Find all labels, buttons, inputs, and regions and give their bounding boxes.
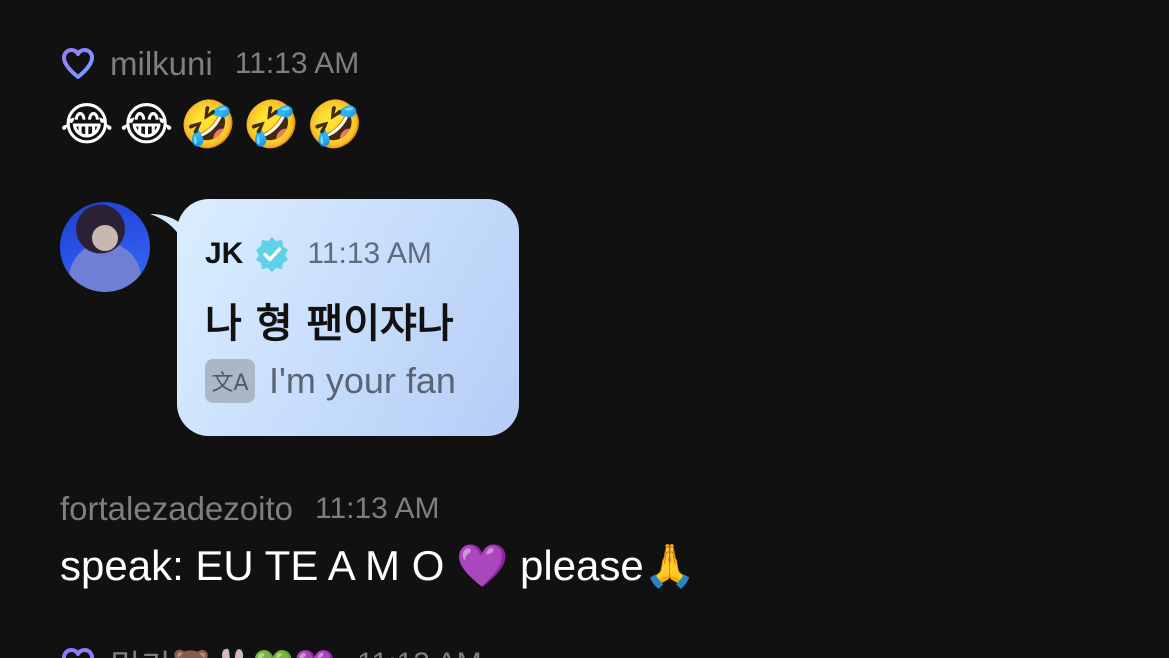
heart-badge-icon [60,646,96,658]
message-header: 밀키🐻🐰💚💜 11:13 AM [60,640,482,658]
message-header: JK 11:13 AM [205,235,432,273]
translation-row[interactable]: 文A I'm your fan [205,359,456,403]
translated-text: I'm your fan [269,360,456,401]
chat-feed: milkuni 11:13 AM 😂😂🤣🤣🤣 JK 11:13 AM 나 형 팬… [0,0,1169,658]
message-header: milkuni 11:13 AM [60,45,369,83]
verified-check-icon [253,235,291,273]
artist-message-bubble: JK 11:13 AM 나 형 팬이쟈나 文A I'm your fan [177,199,519,436]
message-timestamp: 11:13 AM [314,492,440,525]
message-username[interactable]: milkuni [110,45,213,83]
message-username[interactable]: JK [205,237,243,271]
message-username[interactable]: fortalezadezoito [60,490,293,528]
message-text: speak: EU TE A M O 💜 please🙏 [60,542,697,589]
message-username[interactable]: 밀키🐻🐰💚💜 [110,640,335,658]
message-timestamp: 11:13 AM [234,47,360,80]
message-header: fortalezadezoito 11:13 AM [60,490,696,528]
message-timestamp: 11:13 AM [357,647,482,658]
translate-icon[interactable]: 文A [205,359,255,403]
chat-message-milkuni: milkuni 11:13 AM 😂😂🤣🤣🤣 [60,45,369,147]
message-text: 😂😂🤣🤣🤣 [60,98,370,150]
heart-badge-icon [60,46,96,82]
message-timestamp: 11:13 AM [307,237,432,270]
chat-message-partial: 밀키🐻🐰💚💜 11:13 AM [60,640,482,658]
chat-message-fortalezadezoito: fortalezadezoito 11:13 AM speak: EU TE A… [60,490,696,591]
avatar[interactable] [60,202,150,292]
message-text: 나 형 팬이쟈나 [205,301,454,347]
